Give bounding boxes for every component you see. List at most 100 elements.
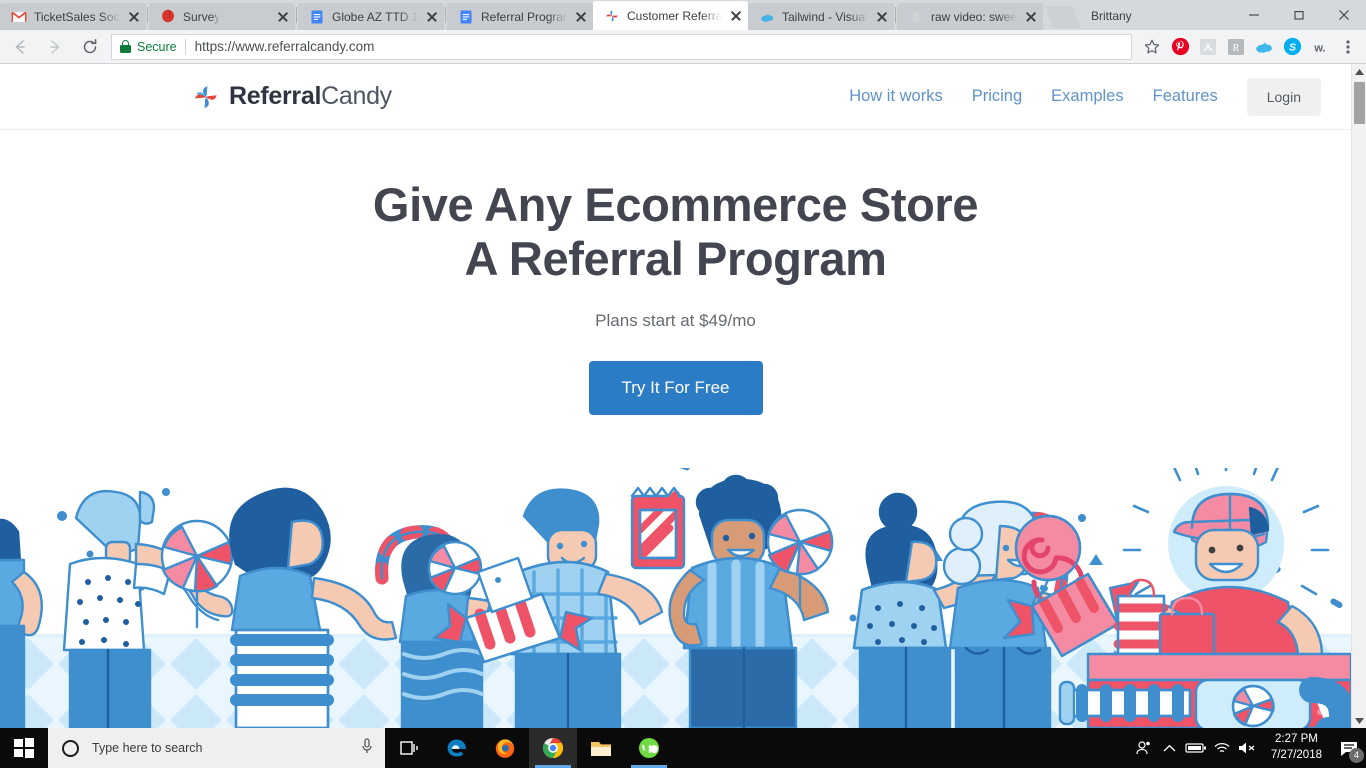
hero-heading-line1: Give Any Ecommerce Store <box>372 178 979 231</box>
system-tray: 2:27 PM 7/27/2018 4 <box>1131 728 1366 768</box>
tab-title: Referral Program B <box>481 9 567 24</box>
maximize-button[interactable] <box>1276 0 1321 30</box>
hero-heading-line2: A Referral Program <box>464 231 887 285</box>
logo-text-light: Candy <box>321 82 392 110</box>
profile-name[interactable]: Brittany <box>1091 9 1132 23</box>
tab-title: Survey <box>183 9 221 24</box>
tab-strip: TicketSales Social C Survey Globe AZ TTD… <box>0 0 1366 30</box>
nav-item-examples[interactable]: Examples <box>1051 87 1123 106</box>
grammarly-icon[interactable]: R <box>1224 35 1248 59</box>
tab-divider <box>895 7 896 23</box>
svg-text:w.: w. <box>1313 42 1325 54</box>
nav-item-pricing[interactable]: Pricing <box>972 87 1022 106</box>
scrollbar-thumb[interactable] <box>1354 82 1365 124</box>
generic-page-icon <box>908 9 924 25</box>
back-button[interactable] <box>5 32 35 62</box>
tab-title: Tailwind - Visual M <box>782 9 868 24</box>
firefox-icon[interactable] <box>481 728 529 768</box>
star-icon[interactable] <box>1140 35 1164 59</box>
minimize-button[interactable] <box>1231 0 1276 30</box>
tab-title: TicketSales Social C <box>34 9 120 24</box>
close-window-button[interactable] <box>1321 0 1366 30</box>
forward-button[interactable] <box>40 32 70 62</box>
pinterest-icon[interactable] <box>1168 35 1192 59</box>
hero-subheading: Plans start at $49/mo <box>595 311 756 331</box>
notifications-button[interactable]: 4 <box>1332 728 1366 768</box>
google-docs-icon <box>309 9 325 25</box>
tab-title: Globe AZ TTD 13 - <box>332 9 418 24</box>
search-input[interactable]: Type here to search <box>48 728 385 768</box>
svg-text:S: S <box>1288 41 1295 53</box>
microphone-icon[interactable] <box>359 737 375 760</box>
start-button[interactable] <box>0 728 48 768</box>
wordpress-icon[interactable]: w. <box>1308 35 1332 59</box>
adobe-acrobat-icon[interactable] <box>1196 35 1220 59</box>
logo-text: ReferralCandy <box>229 82 392 111</box>
browser-tab[interactable]: raw video: sweet b <box>897 3 1043 30</box>
nav-item-features[interactable]: Features <box>1153 87 1218 106</box>
close-icon[interactable] <box>573 9 589 25</box>
cortana-icon <box>62 739 79 757</box>
skype-icon[interactable]: S <box>1280 35 1304 59</box>
site-logo[interactable]: ReferralCandy <box>192 82 392 111</box>
svg-text:R: R <box>1233 43 1240 54</box>
nav-item-how-it-works[interactable]: How it works <box>849 87 943 106</box>
page-viewport: ReferralCandy How it works Pricing Examp… <box>0 64 1366 728</box>
close-icon[interactable] <box>1023 9 1039 25</box>
close-icon[interactable] <box>275 9 291 25</box>
tab-divider <box>147 7 148 23</box>
browser-tab[interactable]: Globe AZ TTD 13 - <box>298 3 444 30</box>
omnibox-divider <box>184 38 186 55</box>
referralcandy-page: ReferralCandy How it works Pricing Examp… <box>0 64 1351 728</box>
candy-swirl-icon <box>192 83 222 111</box>
folder-icon[interactable] <box>577 728 625 768</box>
browser-tab[interactable]: Tailwind - Visual M <box>748 3 894 30</box>
people-icon[interactable] <box>1131 728 1157 768</box>
browser-toolbar: Secure https://www.referralcandy.com R S… <box>0 30 1366 64</box>
clock-time: 2:27 PM <box>1275 733 1318 746</box>
task-view-icon[interactable] <box>385 728 433 768</box>
wifi-icon[interactable] <box>1209 728 1235 768</box>
close-icon[interactable] <box>728 8 744 24</box>
lock-icon <box>120 40 131 53</box>
scroll-up-arrow[interactable] <box>1352 64 1366 79</box>
upwork-icon[interactable] <box>625 728 673 768</box>
show-hidden-icons-chevron[interactable] <box>1157 728 1183 768</box>
try-it-for-free-button[interactable]: Try It For Free <box>588 361 763 416</box>
tab-divider <box>296 7 297 23</box>
page-scrollbar[interactable] <box>1351 64 1366 728</box>
browser-tab[interactable]: Referral Program B <box>447 3 593 30</box>
volume-muted-icon[interactable] <box>1235 728 1261 768</box>
hero-section: Give Any Ecommerce Store A Referral Prog… <box>0 130 1351 416</box>
browser-tab[interactable]: TicketSales Social C <box>0 3 146 30</box>
login-button[interactable]: Login <box>1246 77 1321 116</box>
browser-tab-active[interactable]: Customer Referral <box>593 1 748 30</box>
tab-title: raw video: sweet b <box>931 9 1017 24</box>
close-icon[interactable] <box>424 9 440 25</box>
chrome-browser-window: TicketSales Social C Survey Globe AZ TTD… <box>0 0 1366 768</box>
security-label: Secure <box>137 39 177 54</box>
candy-people-illustration <box>0 468 1351 728</box>
chrome-icon[interactable] <box>529 728 577 768</box>
close-icon[interactable] <box>874 9 890 25</box>
notification-badge: 4 <box>1349 748 1364 763</box>
logo-text-bold: Referral <box>229 82 322 110</box>
clock-date: 7/27/2018 <box>1270 749 1322 761</box>
page-title: Give Any Ecommerce Store A Referral Prog… <box>0 178 1351 285</box>
address-bar[interactable]: Secure https://www.referralcandy.com <box>111 33 1132 60</box>
browser-tab[interactable]: Survey <box>149 3 295 30</box>
window-controls <box>1231 0 1366 30</box>
clock[interactable]: 2:27 PM 7/27/2018 <box>1261 732 1332 763</box>
reload-button[interactable] <box>75 32 105 62</box>
battery-icon[interactable] <box>1183 728 1209 768</box>
close-icon[interactable] <box>126 9 142 25</box>
chrome-menu-icon[interactable] <box>1336 35 1360 59</box>
tab-divider <box>445 7 446 23</box>
scroll-down-arrow[interactable] <box>1352 713 1366 728</box>
referralcandy-icon <box>604 8 620 24</box>
windows-taskbar: Type here to search 2:27 PM 7/27/2018 4 <box>0 728 1366 768</box>
tailwind-icon[interactable] <box>1252 35 1276 59</box>
new-tab-button[interactable] <box>1045 6 1081 28</box>
edge-icon[interactable] <box>433 728 481 768</box>
tailwind-icon <box>759 9 775 25</box>
